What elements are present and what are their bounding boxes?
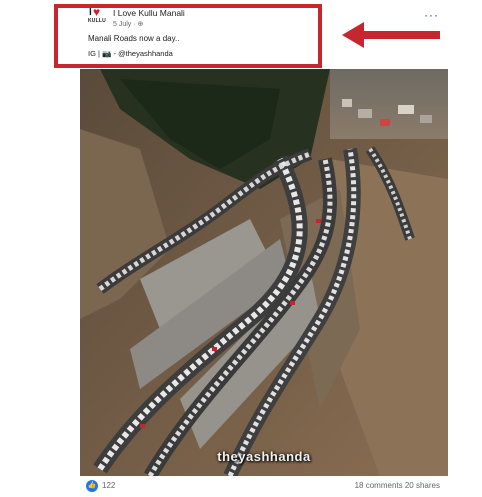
facebook-post: I ♥ KULLU I Love Kullu Manali 5 July · ⊕… [0,0,482,497]
shares-count[interactable]: 20 shares [405,481,440,490]
annotation-highlight-box [54,4,322,68]
post-footer: 👍 122 18 comments 20 shares [80,479,448,495]
photo-watermark: theyashhanda [217,449,311,464]
like-reaction-icon[interactable]: 👍 [86,480,98,492]
post-photo[interactable]: theyashhanda [80,69,448,476]
reaction-count[interactable]: 122 [102,481,115,490]
mountain-road-traffic-photo [80,69,448,476]
comments-count[interactable]: 18 comments [355,481,403,490]
engagement-stats: 18 comments 20 shares [355,481,440,490]
annotation-arrow-icon [342,22,440,48]
